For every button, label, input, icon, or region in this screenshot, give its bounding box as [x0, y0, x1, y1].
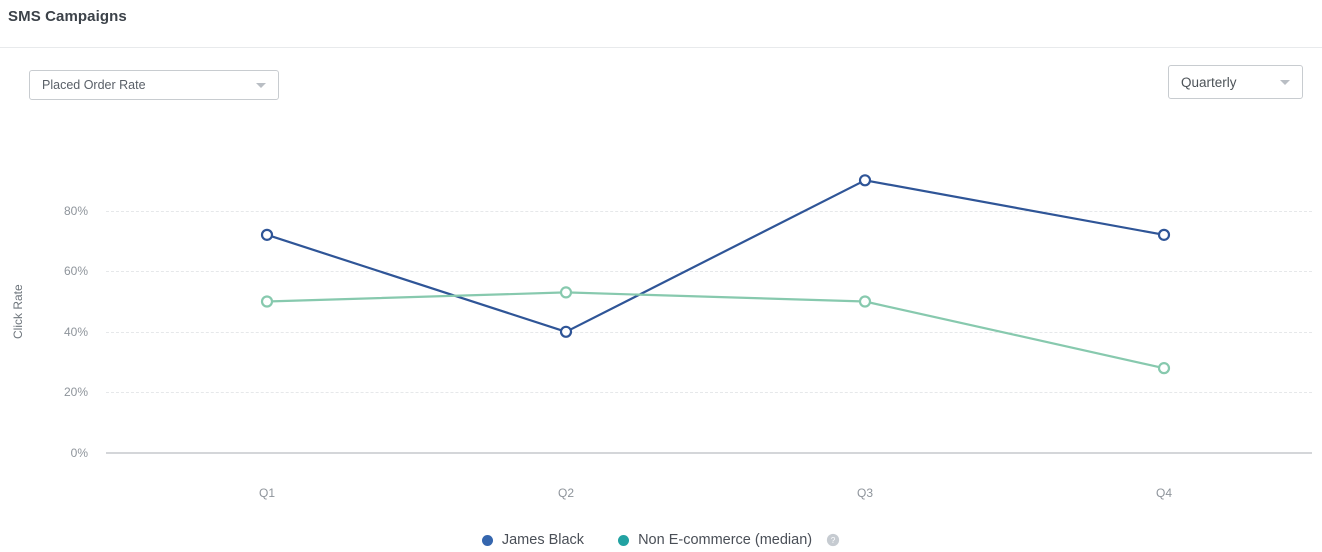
metric-select-value: Placed Order Rate [42, 78, 146, 92]
x-axis-tick-label: Q3 [856, 486, 874, 500]
data-point-marker[interactable] [858, 295, 872, 308]
interval-select-value: Quarterly [1181, 74, 1237, 90]
data-point-marker[interactable] [1157, 228, 1171, 241]
data-point-marker[interactable] [1157, 362, 1171, 375]
data-point-marker[interactable] [858, 174, 872, 187]
help-circle-icon[interactable]: ? [826, 533, 840, 547]
legend-color-dot [481, 534, 493, 546]
legend-item[interactable]: Non E-commerce (median)? [618, 532, 840, 548]
y-axis-title: Click Rate [11, 284, 25, 339]
sms-campaigns-card: Placed Order Rate Quarterly Click Rate 0… [0, 47, 1322, 548]
legend-color-dot [618, 534, 630, 546]
y-axis-tick-label: 20% [63, 385, 88, 400]
legend-label: James Black [501, 532, 585, 548]
plot-area [106, 120, 1312, 539]
x-axis-tick-label: Q4 [1155, 486, 1173, 500]
y-axis-ticks: 0% 20% 40% 60% 80% [32, 120, 88, 539]
line-chart: Click Rate 0% 20% 40% 60% 80% Q1 Q2 Q3 Q4 [0, 120, 1322, 539]
metric-select[interactable]: Placed Order Rate [29, 70, 279, 100]
y-axis-tick-label: 40% [63, 324, 88, 339]
legend-label: Non E-commerce (median) [638, 532, 813, 548]
series-layer [260, 174, 1171, 375]
chart-legend: James Black Non E-commerce (median)? [0, 532, 1322, 548]
y-axis-tick-label: 80% [63, 203, 88, 218]
series-1 [260, 174, 1171, 338]
series-line [266, 291, 1165, 370]
interval-select[interactable]: Quarterly [1168, 65, 1303, 99]
svg-text:?: ? [831, 535, 836, 545]
data-point-marker[interactable] [260, 295, 274, 308]
y-axis-tick-label: 0% [70, 446, 88, 460]
chart-toolbar: Placed Order Rate Quarterly [0, 48, 1322, 120]
data-point-marker[interactable] [260, 228, 274, 241]
chevron-down-icon [1280, 79, 1290, 85]
y-axis-tick-label: 60% [63, 264, 88, 279]
legend-item[interactable]: James Black [481, 532, 585, 548]
data-point-marker[interactable] [559, 286, 573, 299]
x-axis-tick-label: Q1 [258, 486, 276, 500]
series-2 [260, 286, 1171, 375]
data-point-marker[interactable] [559, 325, 573, 338]
series-line [266, 179, 1165, 333]
page-title: SMS Campaigns [8, 8, 127, 25]
chevron-down-icon [256, 82, 266, 88]
x-axis-tick-label: Q2 [557, 486, 575, 500]
